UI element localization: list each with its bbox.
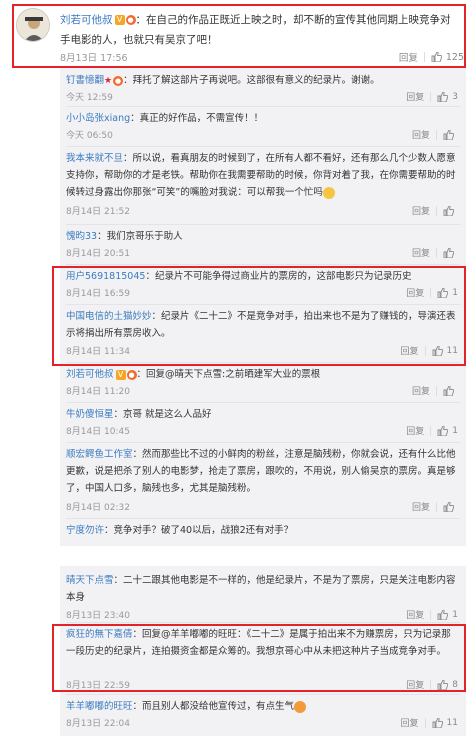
reply-button[interactable]: 回复 bbox=[406, 608, 424, 621]
like-count: 1 bbox=[452, 609, 458, 620]
timestamp: 今天 06:50 bbox=[66, 131, 113, 141]
username-link[interactable]: 刘若可他叔 bbox=[66, 369, 114, 380]
timestamp: 8月13日 22:04 bbox=[66, 719, 130, 729]
divider bbox=[66, 694, 460, 695]
list-item: 宁度勿许：竞争对手？破了40以后，战狼2还有对手？ bbox=[66, 522, 458, 539]
fan-badge-icon: ● bbox=[113, 75, 124, 86]
timestamp: 8月14日 11:20 bbox=[66, 387, 130, 397]
divider bbox=[66, 518, 460, 519]
divider bbox=[66, 264, 460, 265]
divider bbox=[66, 146, 460, 147]
list-item: 我本来就不旦：所以说，看真朋友的时候到了，在所有人都不看好，还有那么几个少数人愿… bbox=[66, 150, 458, 217]
reply-text: ：二十二跟其他电影是不一样的，他是纪录片，不是为了票房，只是关注电影内容本身 bbox=[66, 575, 456, 603]
username-link[interactable]: 牛奶傻恒星 bbox=[66, 409, 114, 420]
username-link[interactable]: 羊羊嘟嘟的旺旺 bbox=[66, 701, 133, 712]
like-count: 11 bbox=[446, 717, 458, 728]
list-item: 小小岛张xiang：真正的好作品，不需宣传！！ 今天 06:50 回复 bbox=[66, 110, 458, 141]
reply-button[interactable]: 回复 bbox=[406, 424, 424, 437]
fan-badge-icon: ● bbox=[126, 369, 137, 380]
thumbs-up-icon[interactable] bbox=[443, 385, 454, 396]
list-item: 顺宏鳄鱼工作室：然而那些比不过的小鲜肉的粉丝，注意是脑残粉，你就会说，还有什么比… bbox=[66, 446, 458, 513]
highlight-box bbox=[52, 624, 466, 692]
username-link[interactable]: 晴天下点雪 bbox=[66, 575, 114, 586]
list-item: 钉書憶翻★ ● ：拜托了解这部片子再说吧。这部很有意义的纪录片。谢谢。 今天 12:… bbox=[66, 72, 458, 103]
reply-button[interactable]: 回复 bbox=[412, 500, 430, 513]
reply-button[interactable]: 回复 bbox=[401, 716, 419, 729]
reply-text: ：所以说，看真朋友的时候到了，在所有人都不看好，还有那么几个少数人愿意支持你，帮… bbox=[66, 153, 456, 198]
highlight-box bbox=[52, 266, 466, 366]
reply-text: ：竞争对手？破了40以后，战狼2还有对手？ bbox=[104, 525, 294, 536]
divider bbox=[66, 442, 460, 443]
highlight-box bbox=[12, 4, 466, 68]
reply-text: ：而且别人都没给他宣传过，有点生气 bbox=[132, 701, 295, 712]
thumbs-up-icon[interactable] bbox=[437, 91, 449, 102]
reply-button[interactable]: 回复 bbox=[406, 90, 424, 103]
thumbs-up-icon[interactable] bbox=[437, 425, 449, 436]
username-link[interactable]: 钉書憶翻 bbox=[66, 75, 104, 86]
list-item: 羊羊嘟嘟的旺旺：而且别人都没给他宣传过，有点生气 8月13日 22:04 回复 11 bbox=[66, 698, 458, 729]
reply-text: ：回复@晴天下点雪:之前晒建军大业的票根 bbox=[136, 369, 321, 380]
list-item: 晴天下点雪：二十二跟其他电影是不一样的，他是纪录片，不是为了票房，只是关注电影内… bbox=[66, 572, 458, 621]
verified-badge-icon: V bbox=[115, 369, 126, 380]
reply-text: ：拜托了解这部片子再说吧。这部很有意义的纪录片。谢谢。 bbox=[123, 75, 380, 86]
divider bbox=[66, 622, 460, 623]
timestamp: 8月14日 20:51 bbox=[66, 249, 130, 259]
reply-button[interactable]: 回复 bbox=[412, 128, 430, 141]
divider bbox=[66, 224, 460, 225]
thumbs-up-icon[interactable] bbox=[432, 717, 443, 728]
reply-button[interactable]: 回复 bbox=[412, 204, 430, 217]
thumbs-up-icon[interactable] bbox=[443, 247, 454, 258]
divider bbox=[66, 402, 460, 403]
reply-text: ：京哥 就是这么人品好 bbox=[113, 409, 212, 420]
timestamp: 8月13日 23:40 bbox=[66, 611, 130, 621]
list-item: 刘若可他叔 V ● ：回复@晴天下点雪:之前晒建军大业的票根 8月14日 11:20 回… bbox=[66, 366, 458, 397]
angry-emoji-icon bbox=[294, 700, 307, 713]
thumbs-up-icon[interactable] bbox=[443, 501, 454, 512]
timestamp: 8月14日 21:52 bbox=[66, 207, 130, 217]
star-badge-icon: ★ bbox=[104, 76, 113, 86]
thumbs-up-icon[interactable] bbox=[443, 129, 454, 140]
list-item: 牛奶傻恒星：京哥 就是这么人品好 8月14日 10:45 回复 1 bbox=[66, 406, 458, 437]
reply-button[interactable]: 回复 bbox=[412, 384, 430, 397]
timestamp: 8月14日 02:32 bbox=[66, 503, 130, 513]
like-count: 1 bbox=[452, 425, 458, 436]
username-link[interactable]: 我本来就不旦 bbox=[66, 153, 123, 164]
thumbs-up-icon[interactable] bbox=[443, 205, 454, 216]
thumbs-up-icon[interactable] bbox=[437, 609, 449, 620]
timestamp: 今天 12:59 bbox=[66, 93, 113, 103]
section-gap bbox=[0, 548, 474, 566]
reply-text: ：真正的好作品，不需宣传！！ bbox=[130, 113, 264, 124]
username-link[interactable]: 宁度勿许 bbox=[66, 525, 104, 536]
reply-button[interactable]: 回复 bbox=[412, 246, 430, 259]
username-link[interactable]: 愧昀33 bbox=[66, 231, 97, 242]
username-link[interactable]: 小小岛张xiang bbox=[66, 113, 130, 124]
divider bbox=[66, 106, 460, 107]
username-link[interactable]: 顺宏鳄鱼工作室 bbox=[66, 449, 133, 460]
list-item: 愧昀33：我们京哥乐于助人 8月14日 20:51 回复 bbox=[66, 228, 458, 259]
like-count: 3 bbox=[452, 91, 458, 102]
reply-text: ：我们京哥乐于助人 bbox=[97, 231, 183, 242]
timestamp: 8月14日 10:45 bbox=[66, 427, 130, 437]
smile-emoji-icon bbox=[322, 186, 335, 199]
